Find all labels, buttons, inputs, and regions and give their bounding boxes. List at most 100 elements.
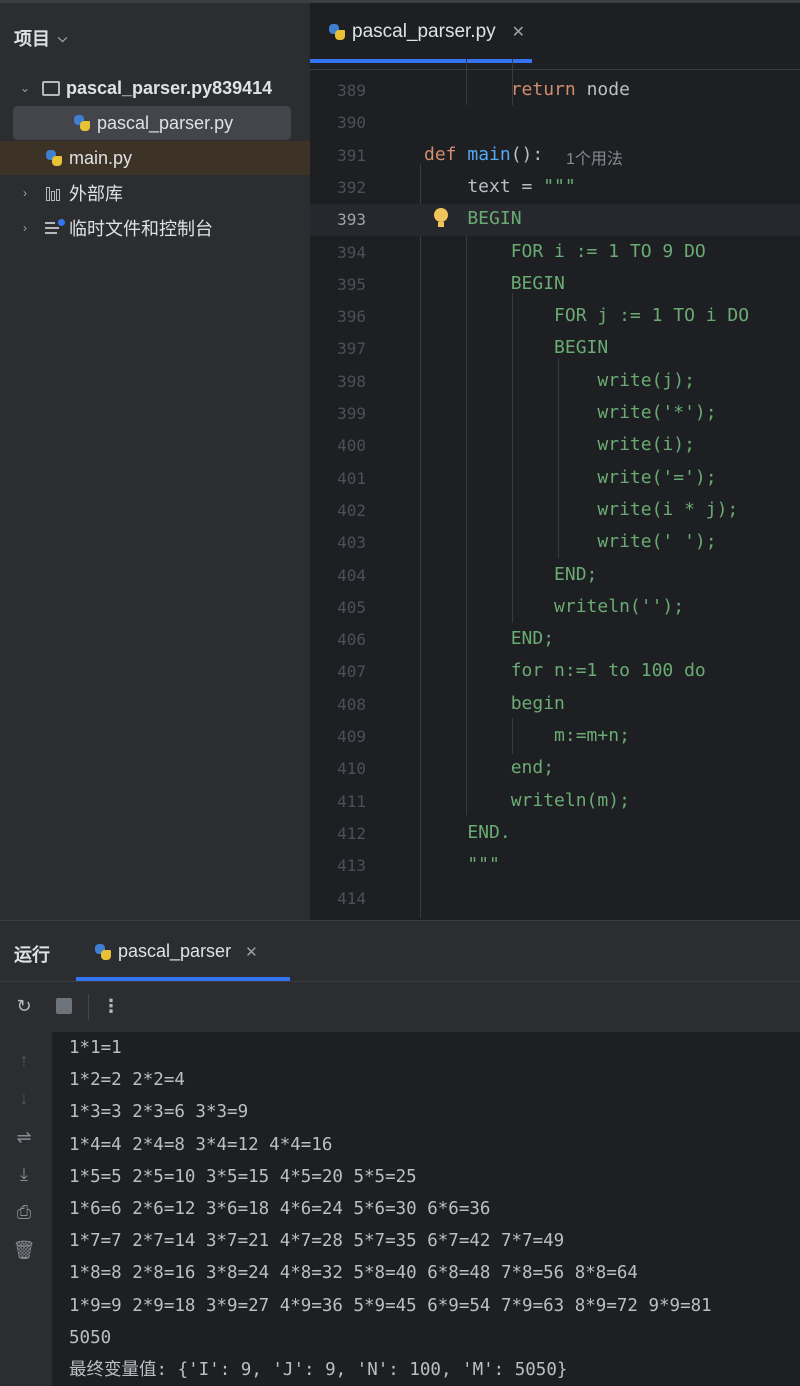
line-number[interactable]: 403 [310, 533, 366, 552]
line-number[interactable]: 408 [310, 695, 366, 714]
code-text: END; [424, 563, 598, 585]
code-line[interactable]: 412 END. [310, 818, 800, 850]
line-number[interactable]: 394 [310, 243, 366, 262]
code-text: writeln(m); [424, 789, 630, 811]
code-line[interactable]: 404 END; [310, 560, 800, 592]
line-number[interactable]: 402 [310, 501, 366, 520]
line-number[interactable]: 407 [310, 662, 366, 681]
code-line[interactable]: 406 END; [310, 624, 800, 656]
code-line[interactable]: 399 write('*'); [310, 398, 800, 430]
line-number[interactable]: 409 [310, 727, 366, 746]
project-panel-title: 项目 [14, 29, 50, 49]
code-line[interactable]: 393 BEGIN [310, 204, 800, 237]
line-number[interactable]: 410 [310, 759, 366, 778]
tree-item-external-libraries[interactable]: › 外部库 [0, 176, 310, 210]
code-line[interactable]: 390 [310, 107, 800, 139]
editor-tab-pascal-parser[interactable]: pascal_parser.py ✕ [328, 21, 525, 43]
code-line[interactable]: 408 begin [310, 689, 800, 721]
tree-item-pascal-parser-file[interactable]: pascal_parser.py [13, 106, 291, 140]
code-line[interactable]: 392 text = """ [310, 172, 800, 204]
code-line[interactable]: 407 for n:=1 to 100 do [310, 656, 800, 688]
code-line[interactable]: 405 writeln(''); [310, 592, 800, 624]
code-text: end; [424, 757, 555, 779]
code-text: def main(): [424, 143, 544, 165]
code-line[interactable]: 411 writeln(m); [310, 786, 800, 818]
line-number[interactable]: 391 [310, 146, 366, 165]
line-number[interactable]: 412 [310, 824, 366, 843]
code-line[interactable]: 400 write(i); [310, 430, 800, 462]
arrow-down-icon[interactable]: ↓ [12, 1086, 36, 1110]
line-number[interactable]: 392 [310, 178, 366, 197]
code-text: END. [424, 821, 511, 843]
editor-tab-label: pascal_parser.py [352, 21, 496, 42]
more-options-icon[interactable]: ⋮ [101, 996, 121, 1016]
code-line[interactable]: 409 m:=m+n; [310, 721, 800, 753]
code-line[interactable]: 398 write(j); [310, 366, 800, 398]
arrow-up-icon[interactable]: ↑ [12, 1048, 36, 1072]
line-number[interactable]: 399 [310, 404, 366, 423]
code-line[interactable]: 401 write('='); [310, 463, 800, 495]
close-icon[interactable]: ✕ [512, 22, 525, 42]
code-text: write(i * j); [424, 498, 739, 520]
code-text: BEGIN [424, 337, 609, 359]
code-line[interactable]: 402 write(i * j); [310, 495, 800, 527]
line-number[interactable]: 406 [310, 630, 366, 649]
tree-item-label: pascal_parser.py [97, 112, 234, 133]
print-icon[interactable]: ⎙ [12, 1200, 36, 1224]
tree-item-label: 临时文件和控制台 [69, 219, 213, 239]
stop-icon[interactable] [54, 996, 74, 1016]
chevron-right-icon[interactable]: › [18, 186, 32, 200]
code-text: FOR i := 1 TO 9 DO [424, 240, 706, 262]
code-line[interactable]: 394 FOR i := 1 TO 9 DO [310, 237, 800, 269]
python-file-icon [73, 114, 91, 132]
line-number[interactable]: 404 [310, 566, 366, 585]
editor-tab-bar: pascal_parser.py ✕ [310, 3, 800, 70]
console-side-toolbar: ↑ ↓ ⇌ ⤓ ⎙ 🗑 [0, 1032, 52, 1386]
chevron-down-icon[interactable]: ⌵ [58, 31, 67, 46]
code-line[interactable]: 414 [310, 883, 800, 915]
code-line[interactable]: 397 BEGIN [310, 333, 800, 365]
chevron-down-icon[interactable]: ⌄ [18, 81, 32, 95]
library-icon [45, 185, 63, 201]
code-text: m:=m+n; [424, 725, 630, 746]
rerun-icon[interactable]: ↻ [14, 996, 34, 1016]
code-editor[interactable]: pascal_parser.py ✕ 389 return node 390 391… [310, 3, 800, 920]
soft-wrap-icon[interactable]: ⇌ [12, 1125, 36, 1149]
line-number[interactable]: 389 [310, 81, 366, 100]
close-icon[interactable]: ✕ [245, 943, 258, 961]
run-tab-pascal-parser[interactable]: pascal_parser ✕ [94, 941, 258, 962]
line-number[interactable]: 401 [310, 469, 366, 488]
code-text: write('='); [424, 466, 717, 488]
line-number[interactable]: 400 [310, 436, 366, 455]
tree-item-project-folder[interactable]: ⌄ pascal_parser.py839414 [0, 71, 310, 105]
tree-item-scratches[interactable]: › 临时文件和控制台 [0, 211, 310, 245]
line-number[interactable]: 393 [310, 210, 366, 229]
line-number[interactable]: 414 [310, 889, 366, 908]
tree-item-main-file[interactable]: main.py [0, 141, 310, 175]
usage-hint[interactable]: 1个用法 [566, 145, 623, 169]
line-number[interactable]: 398 [310, 372, 366, 391]
run-tab-label: pascal_parser [118, 941, 232, 961]
project-panel-header[interactable]: 项目 ⌵ [14, 25, 67, 51]
active-tab-indicator [310, 59, 532, 63]
code-line[interactable]: 410 end; [310, 753, 800, 785]
code-text: BEGIN [424, 272, 565, 294]
code-line[interactable]: 391 def main(): 1个用法 [310, 140, 800, 172]
console-line: 1*8=8 2*8=16 3*8=24 4*8=32 5*8=40 6*8=48… [69, 1263, 638, 1284]
line-number[interactable]: 413 [310, 856, 366, 875]
line-number[interactable]: 411 [310, 792, 366, 811]
line-number[interactable]: 390 [310, 113, 366, 132]
scroll-to-end-icon[interactable]: ⤓ [12, 1162, 36, 1186]
line-number[interactable]: 405 [310, 598, 366, 617]
chevron-right-icon[interactable]: › [18, 221, 32, 235]
console-output[interactable]: 1*1=1 1*2=2 2*2=4 1*3=3 2*3=6 3*3=9 1*4=4 2… [69, 1032, 800, 1386]
code-line[interactable]: 389 return node [310, 75, 800, 107]
code-line[interactable]: 396 FOR j := 1 TO i DO [310, 301, 800, 333]
trash-icon[interactable]: 🗑 [12, 1238, 36, 1262]
code-line[interactable]: 403 write(' '); [310, 527, 800, 559]
line-number[interactable]: 395 [310, 275, 366, 294]
code-line[interactable]: 395 BEGIN [310, 269, 800, 301]
line-number[interactable]: 396 [310, 307, 366, 326]
line-number[interactable]: 397 [310, 339, 366, 358]
code-line[interactable]: 413 """ [310, 850, 800, 882]
